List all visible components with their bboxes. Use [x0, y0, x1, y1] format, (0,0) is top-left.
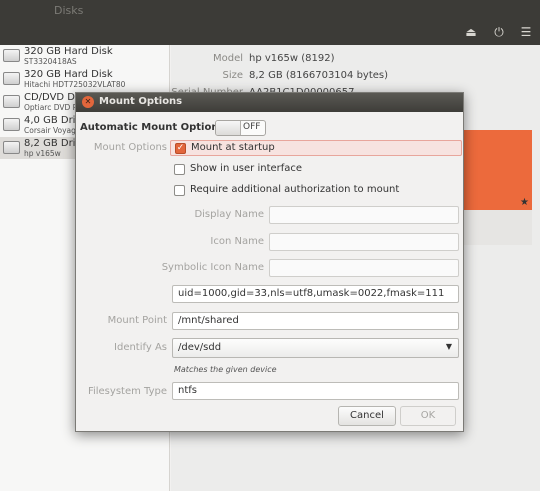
symbolic-icon-field[interactable] — [269, 259, 459, 277]
automatic-mount-label: Automatic Mount Options — [80, 122, 225, 133]
sidebar-item-disk-2[interactable]: 320 GB Hard Disk Hitachi HDT725032VLAT80 — [0, 68, 170, 90]
disk-model: hp v165w — [24, 149, 61, 158]
star-icon: ★ — [520, 197, 529, 208]
checkbox-label: Mount at startup — [191, 142, 275, 153]
info-value: hp v165w (8192) — [249, 53, 335, 64]
partition-segment[interactable]: ★ — [462, 130, 532, 210]
identify-as-label: Identify As — [114, 342, 167, 353]
checkbox-icon[interactable] — [174, 164, 185, 175]
eject-icon[interactable]: ⏏ — [464, 25, 478, 39]
input-value: uid=1000,gid=33,nls=utf8,umask=0022,fmas… — [178, 288, 445, 299]
input-value: ntfs — [178, 385, 197, 396]
toggle-state: OFF — [243, 122, 261, 132]
sidebar-item-disk-1[interactable]: 320 GB Hard Disk ST3320418AS — [0, 45, 170, 67]
mount-options-field[interactable]: uid=1000,gid=33,nls=utf8,umask=0022,fmas… — [172, 285, 459, 303]
display-name-label: Display Name — [194, 209, 264, 220]
dialog-titlebar: ✕ Mount Options — [76, 93, 463, 112]
disk-model: ST3320418AS — [24, 57, 77, 66]
require-auth-row[interactable]: Require additional authorization to moun… — [170, 183, 462, 199]
partition-strip — [462, 210, 532, 245]
optical-drive-icon — [3, 95, 20, 108]
disk-name: CD/DVD Dr — [24, 92, 80, 103]
window-title: Disks — [54, 4, 84, 17]
hard-disk-icon — [3, 49, 20, 62]
hard-disk-icon — [3, 72, 20, 85]
mount-at-startup-row[interactable]: ✓ Mount at startup — [170, 140, 462, 156]
show-in-ui-row[interactable]: Show in user interface — [170, 162, 462, 178]
disk-name: 4,0 GB Driv — [24, 115, 82, 126]
info-row-model: Model hp v165w (8192) — [171, 51, 540, 67]
menu-icon[interactable]: ☰ — [519, 25, 533, 39]
icon-name-field[interactable] — [269, 233, 459, 251]
info-row-size: Size 8,2 GB (8166703104 bytes) — [171, 68, 540, 84]
disk-name: 320 GB Hard Disk — [24, 46, 113, 57]
checkbox-icon[interactable] — [174, 185, 185, 196]
close-icon[interactable]: ✕ — [82, 96, 94, 108]
dropdown-arrow-icon: ▼ — [445, 342, 452, 351]
power-icon[interactable]: ⏻ — [492, 25, 506, 39]
symbolic-icon-label: Symbolic Icon Name — [161, 262, 264, 273]
filesystem-type-field[interactable]: ntfs — [172, 382, 459, 400]
checkbox-label: Show in user interface — [190, 163, 303, 174]
disk-name: 320 GB Hard Disk — [24, 69, 113, 80]
disk-model: Optiarc DVD R — [24, 103, 78, 112]
checkbox-checked-icon[interactable]: ✓ — [175, 143, 186, 154]
identify-hint: Matches the given device — [174, 365, 277, 374]
info-label: Model — [212, 53, 243, 64]
automatic-mount-toggle[interactable]: OFF — [215, 120, 266, 136]
icon-name-label: Icon Name — [210, 236, 264, 247]
mount-point-label: Mount Point — [107, 315, 167, 326]
checkbox-label: Require additional authorization to moun… — [190, 184, 400, 195]
disk-model: Corsair Voyage — [24, 126, 81, 135]
display-name-field[interactable] — [269, 206, 459, 224]
info-label: Size — [222, 70, 243, 81]
usb-drive-icon — [3, 118, 20, 131]
mount-point-field[interactable]: /mnt/shared — [172, 312, 459, 330]
mount-options-label: Mount Options — [93, 142, 167, 153]
dialog-title: Mount Options — [99, 96, 183, 107]
identify-as-select[interactable]: /dev/sdd ▼ — [172, 338, 459, 358]
info-value: 8,2 GB (8166703104 bytes) — [249, 70, 389, 81]
cancel-button[interactable]: Cancel — [338, 406, 396, 426]
mount-options-dialog: ✕ Mount Options Automatic Mount Options … — [75, 92, 464, 432]
disk-name: 8,2 GB Driv — [24, 138, 82, 149]
window-header: Disks ⏏ ⏻ ☰ — [0, 0, 540, 45]
input-value: /mnt/shared — [178, 315, 239, 326]
toggle-knob — [216, 121, 241, 135]
ok-button[interactable]: OK — [400, 406, 456, 426]
usb-drive-icon — [3, 141, 20, 154]
filesystem-type-label: Filesystem Type — [87, 386, 167, 397]
select-value: /dev/sdd — [178, 342, 222, 353]
disk-model: Hitachi HDT725032VLAT80 — [24, 80, 126, 89]
